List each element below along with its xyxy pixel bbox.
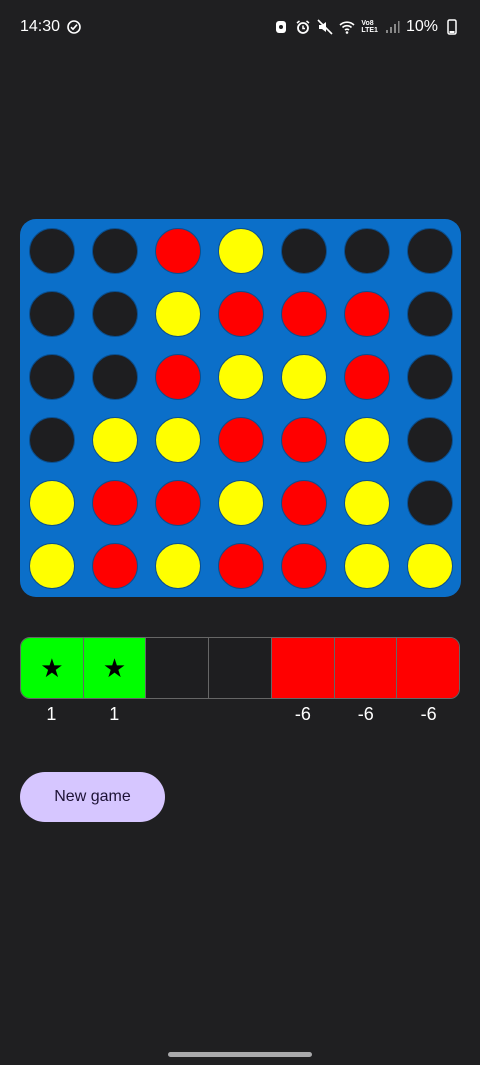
board-cell-r6-c7-yellow[interactable] — [407, 543, 453, 589]
board-cell-r1-c6-empty[interactable] — [344, 228, 390, 274]
signal-icon — [384, 19, 400, 35]
board-cell-r4-c6-yellow[interactable] — [344, 417, 390, 463]
board-cell-r3-c5-yellow[interactable] — [281, 354, 327, 400]
board-cell-r5-c5-red[interactable] — [281, 480, 327, 526]
board-cell-r4-c3-yellow[interactable] — [155, 417, 201, 463]
battery-icon — [444, 19, 460, 35]
star-icon: ★ — [40, 652, 64, 683]
board-cell-r2-c1-empty[interactable] — [29, 291, 75, 337]
score-label-7: -6 — [420, 704, 437, 724]
status-right: Vo8 LTE1 10% — [273, 18, 460, 36]
score-cell-3-neutral — [146, 638, 210, 698]
board-cell-r5-c4-yellow[interactable] — [218, 480, 264, 526]
board-cell-r3-c6-red[interactable] — [344, 354, 390, 400]
board-cell-r6-c4-red[interactable] — [218, 543, 264, 589]
score-label-1: 1 — [46, 704, 57, 724]
board-cell-r2-c3-yellow[interactable] — [155, 291, 201, 337]
home-indicator[interactable] — [168, 1052, 312, 1057]
board-cell-r3-c4-yellow[interactable] — [218, 354, 264, 400]
score-cell-1-win: ★ — [21, 638, 84, 698]
score-cell-2-win: ★ — [83, 638, 147, 698]
status-bar: 14:30 Vo8 LTE1 10% — [0, 0, 480, 54]
board-cell-r2-c7-empty[interactable] — [407, 291, 453, 337]
status-left: 14:30 — [20, 18, 82, 36]
board-cell-r2-c2-empty[interactable] — [92, 291, 138, 337]
check-circle-icon — [66, 19, 82, 35]
board-cell-r5-c6-yellow[interactable] — [344, 480, 390, 526]
star-icon: ★ — [102, 652, 127, 683]
board-cell-r1-c1-empty[interactable] — [29, 228, 75, 274]
wifi-icon — [339, 19, 355, 35]
board-cell-r4-c2-yellow[interactable] — [92, 417, 138, 463]
board-cell-r4-c7-empty[interactable] — [407, 417, 453, 463]
board-cell-r4-c4-red[interactable] — [218, 417, 264, 463]
board-cell-r1-c5-empty[interactable] — [281, 228, 327, 274]
column-score-bar: ★ ★ — [20, 637, 460, 699]
board-cell-r2-c5-red[interactable] — [281, 291, 327, 337]
board-cell-r1-c2-empty[interactable] — [92, 228, 138, 274]
score-label-4 — [209, 704, 272, 728]
board-cell-r2-c6-red[interactable] — [344, 291, 390, 337]
status-time: 14:30 — [20, 18, 61, 35]
mute-icon — [317, 19, 333, 35]
board-cell-r6-c3-yellow[interactable] — [155, 543, 201, 589]
board-cell-r5-c2-red[interactable] — [92, 480, 138, 526]
board-cell-r6-c6-yellow[interactable] — [344, 543, 390, 589]
score-cell-5-lose — [271, 638, 335, 698]
board-cell-r6-c2-red[interactable] — [92, 543, 138, 589]
score-label-2: 1 — [109, 704, 120, 724]
new-game-button[interactable]: New game — [20, 772, 165, 822]
board-cell-r1-c4-yellow[interactable] — [218, 228, 264, 274]
alarm-icon — [295, 19, 311, 35]
score-label-5: -6 — [294, 704, 311, 724]
board-cell-r6-c1-yellow[interactable] — [29, 543, 75, 589]
score-cell-7-lose — [397, 638, 459, 698]
board-cell-r5-c7-empty[interactable] — [407, 480, 453, 526]
board-cell-r2-c4-red[interactable] — [218, 291, 264, 337]
board-cell-r5-c3-red[interactable] — [155, 480, 201, 526]
battery-percent: 10% — [405, 18, 438, 35]
board-cell-r4-c1-empty[interactable] — [29, 417, 75, 463]
score-cell-6-lose — [334, 638, 398, 698]
board-cell-r6-c5-red[interactable] — [281, 543, 327, 589]
board-cell-r3-c2-empty[interactable] — [92, 354, 138, 400]
board-cell-r3-c7-empty[interactable] — [407, 354, 453, 400]
board-cell-r5-c1-yellow[interactable] — [29, 480, 75, 526]
score-label-6: -6 — [357, 704, 374, 724]
board-cell-r1-c7-empty[interactable] — [407, 228, 453, 274]
board-cell-r4-c5-red[interactable] — [281, 417, 327, 463]
score-label-3 — [146, 704, 209, 728]
network-type: Vo8 LTE1 — [361, 20, 378, 34]
board-cell-r3-c1-empty[interactable] — [29, 354, 75, 400]
board-cell-r1-c3-red[interactable] — [155, 228, 201, 274]
board-cell-r3-c3-red[interactable] — [155, 354, 201, 400]
bixby-icon — [273, 19, 289, 35]
column-score-labels: 1 1 -6 -6 -6 — [20, 704, 460, 728]
score-cell-4-neutral — [209, 638, 272, 698]
game-board[interactable] — [20, 219, 461, 597]
